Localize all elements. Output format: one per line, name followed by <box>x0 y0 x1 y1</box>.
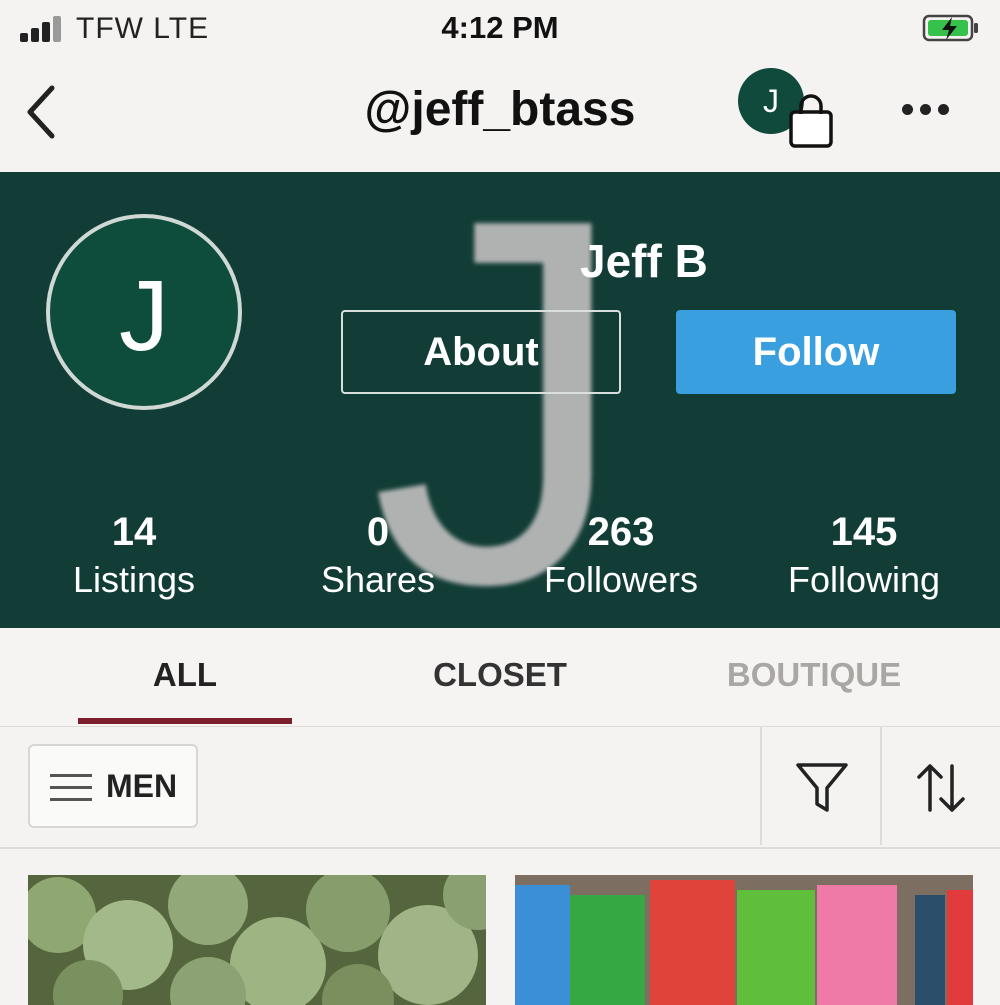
closet-tabs: ALL CLOSET BOUTIQUE <box>0 628 1000 728</box>
stat-value: 0 <box>366 510 390 554</box>
listings-grid <box>0 849 1000 1005</box>
listing-thumbnail[interactable] <box>515 875 973 1005</box>
follow-button[interactable]: Follow <box>676 310 956 394</box>
tab-boutique[interactable]: BOUTIQUE <box>700 656 928 694</box>
stat-followers[interactable]: 263 Followers <box>521 508 721 604</box>
status-time: 4:12 PM <box>441 10 559 45</box>
stat-value: 14 <box>111 510 157 554</box>
profile-name: Jeff B <box>580 235 708 287</box>
stat-label: Listings <box>72 559 196 600</box>
profile-header: J J Jeff B About Follow 14 Listings 0 Sh… <box>0 172 1000 628</box>
listing-photo <box>515 875 973 1005</box>
stat-listings[interactable]: 14 Listings <box>34 508 234 604</box>
nav-bar: @jeff_btass J <box>0 60 1000 172</box>
divider <box>760 727 762 845</box>
status-bar: TFW LTE 4:12 PM <box>0 0 1000 60</box>
battery-charging-icon <box>922 14 978 42</box>
stat-label: Followers <box>543 559 699 600</box>
tab-all[interactable]: ALL <box>78 656 292 694</box>
filter-bar: MEN <box>0 727 1000 849</box>
filter-funnel-icon[interactable] <box>795 760 849 816</box>
stat-following[interactable]: 145 Following <box>764 508 964 604</box>
department-label: MEN <box>106 768 178 804</box>
listing-thumbnail[interactable] <box>28 875 486 1005</box>
shopping-bag-icon[interactable] <box>786 94 836 150</box>
divider <box>880 727 882 845</box>
sort-arrows-icon[interactable] <box>914 760 968 816</box>
hamburger-icon <box>50 772 92 804</box>
profile-handle: @jeff_btass <box>364 83 636 136</box>
stat-value: 145 <box>830 510 898 554</box>
listing-photo <box>28 875 486 1005</box>
more-dots-icon[interactable] <box>898 98 954 122</box>
stat-value: 263 <box>587 510 655 554</box>
stat-shares[interactable]: 0 Shares <box>278 508 478 604</box>
stat-label: Shares <box>320 559 436 600</box>
profile-avatar: J <box>46 214 242 410</box>
active-tab-indicator <box>78 718 292 724</box>
department-button[interactable]: MEN <box>28 744 198 828</box>
stat-label: Following <box>787 559 941 600</box>
about-button[interactable]: About <box>341 310 621 394</box>
tab-closet[interactable]: CLOSET <box>400 656 600 694</box>
